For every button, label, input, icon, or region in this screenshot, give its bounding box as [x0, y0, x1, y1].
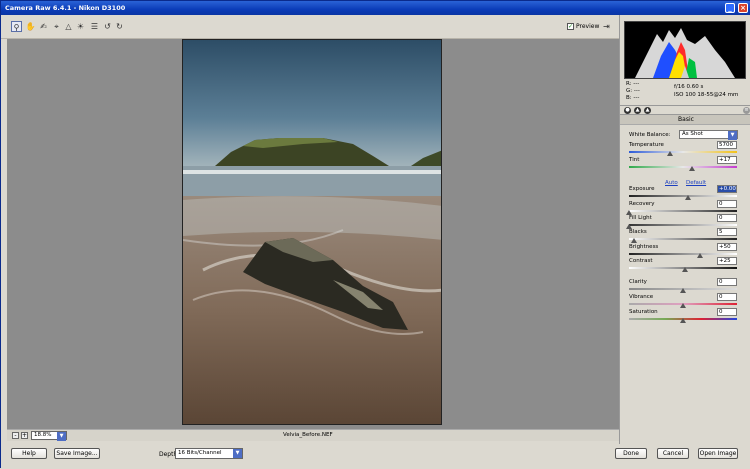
rgb-b: B: ---: [626, 95, 640, 101]
spot-removal-icon[interactable]: ☀: [75, 21, 86, 32]
rotate-left-icon[interactable]: ↺: [102, 21, 113, 32]
slider-tint-thumb[interactable]: [688, 166, 695, 171]
rotate-right-icon[interactable]: ↻: [114, 21, 125, 32]
minimize-icon[interactable]: _: [725, 3, 735, 13]
slider-vibrance-value[interactable]: 0: [717, 293, 737, 301]
zoom-in-button[interactable]: +: [21, 432, 28, 439]
slider-blacks-track[interactable]: [629, 238, 737, 240]
slider-exposure-value[interactable]: +0.00: [717, 185, 737, 193]
slider-saturation-value[interactable]: 0: [717, 308, 737, 316]
slider-clarity-label: Clarity: [629, 279, 647, 285]
slider-contrast-value[interactable]: +25: [717, 257, 737, 265]
chevron-down-icon: ▼: [57, 432, 66, 441]
slider-clarity-thumb[interactable]: [680, 288, 686, 293]
tone-curve-tab-icon[interactable]: ▲: [634, 107, 641, 114]
slider-tint-track[interactable]: [629, 166, 737, 168]
slider-temperature-track[interactable]: [629, 151, 737, 153]
slider-recovery-label: Recovery: [629, 201, 655, 207]
help-button[interactable]: Help: [11, 448, 47, 459]
preview-checkbox[interactable]: ✓: [567, 23, 574, 30]
slider-saturation-thumb[interactable]: [680, 318, 686, 323]
beach-photo: [183, 40, 441, 424]
open-image-button[interactable]: Open Image: [698, 448, 738, 459]
slider-clarity-value[interactable]: 0: [717, 278, 737, 286]
close-icon[interactable]: ×: [738, 3, 748, 13]
photo-preview: [182, 39, 442, 425]
zoom-out-button[interactable]: -: [12, 432, 19, 439]
slider-exposure-label: Exposure: [629, 186, 655, 192]
preview-canvas[interactable]: [7, 39, 619, 429]
panel-menu-icon[interactable]: ≡: [743, 107, 750, 114]
slider-exposure-track[interactable]: [629, 195, 737, 197]
histogram-info: R: --- G: --- B: --- f/16 0.60 s ISO 100…: [624, 81, 746, 103]
slider-exposure-thumb[interactable]: [685, 195, 692, 200]
slider-fill-light-value[interactable]: 0: [717, 214, 737, 222]
rgb-g: G: ---: [626, 88, 640, 94]
white-balance-icon[interactable]: ✍: [38, 21, 49, 32]
slider-temperature-label: Temperature: [629, 142, 664, 148]
preview-toggle[interactable]: ✓ Preview: [567, 23, 599, 30]
slider-blacks-thumb[interactable]: [631, 238, 638, 243]
slider-tint-value[interactable]: +17: [717, 156, 737, 164]
default-link[interactable]: Default: [686, 180, 706, 186]
slider-blacks-label: Blacks: [629, 229, 647, 235]
detail-tab-icon[interactable]: ▲: [644, 107, 651, 114]
iso-lens: ISO 100 18-55@24 mm: [674, 92, 739, 98]
chevron-down-icon: ▼: [728, 131, 737, 140]
straighten-icon[interactable]: △: [63, 21, 74, 32]
slider-tint-label: Tint: [629, 157, 640, 163]
aperture-shutter: f/16 0.60 s: [674, 84, 704, 90]
zoom-icon[interactable]: ⚲: [11, 21, 22, 32]
zoom-value: 18.8%: [34, 432, 52, 438]
slider-recovery-value[interactable]: 0: [717, 200, 737, 208]
window-title: Camera Raw 6.4.1 - Nikon D3100: [5, 4, 126, 12]
rgb-r: R: ---: [626, 81, 640, 87]
panel-tabs: ● ▲ ▲ ≡: [620, 105, 750, 115]
adjustments-panel: R: --- G: --- B: --- f/16 0.60 s ISO 100…: [619, 15, 750, 444]
slider-vibrance-label: Vibrance: [629, 294, 654, 300]
preferences-icon[interactable]: ☰: [89, 21, 100, 32]
done-button[interactable]: Done: [615, 448, 647, 459]
panel-title: Basic: [620, 115, 750, 125]
crop-icon[interactable]: ⌖: [51, 21, 62, 32]
slider-recovery-track[interactable]: [629, 210, 737, 212]
slider-temperature-value[interactable]: 5700: [717, 141, 737, 149]
slider-contrast-thumb[interactable]: [682, 267, 689, 272]
slider-brightness-track[interactable]: [629, 253, 737, 255]
white-balance-value: As Shot: [682, 131, 703, 137]
hand-icon[interactable]: ✋: [25, 21, 36, 32]
slider-fill-light-track[interactable]: [629, 224, 737, 226]
camera-raw-window: Camera Raw 6.4.1 - Nikon D3100 _ × ⚲ ✋ ✍…: [0, 0, 750, 469]
toolbar: ⚲ ✋ ✍ ⌖ △ ☀ ☰ ↺ ↻ ✓ Preview ⇥: [1, 15, 619, 39]
slider-brightness-value[interactable]: +50: [717, 243, 737, 251]
cancel-button[interactable]: Cancel: [657, 448, 689, 459]
status-bar: - + 18.8% ▼ Velvia_Before.NEF: [7, 429, 619, 441]
depth-select[interactable]: 16 Bits/Channel ▼: [175, 448, 243, 459]
histogram-graph: [635, 28, 735, 78]
bottom-bar: Help Save Image... Depth: 16 Bits/Channe…: [1, 444, 750, 469]
slider-blacks-value[interactable]: 5: [717, 228, 737, 236]
slider-fill-light-label: Fill Light: [629, 215, 652, 221]
histogram: [624, 21, 746, 79]
slider-brightness-thumb[interactable]: [697, 253, 704, 258]
white-balance-select[interactable]: As Shot ▼: [679, 130, 738, 140]
basic-tab-icon[interactable]: ●: [624, 107, 631, 114]
title-bar: Camera Raw 6.4.1 - Nikon D3100 _ ×: [1, 1, 750, 15]
slider-temperature-thumb[interactable]: [667, 151, 674, 156]
fullscreen-icon[interactable]: ⇥: [601, 21, 612, 32]
white-balance-label: White Balance:: [629, 132, 671, 138]
save-image-button[interactable]: Save Image...: [54, 448, 100, 459]
chevron-down-icon: ▼: [233, 449, 242, 458]
slider-vibrance-thumb[interactable]: [680, 303, 686, 308]
preview-label: Preview: [576, 23, 600, 30]
auto-link[interactable]: Auto: [665, 180, 678, 186]
slider-saturation-label: Saturation: [629, 309, 658, 315]
slider-contrast-label: Contrast: [629, 258, 653, 264]
slider-brightness-label: Brightness: [629, 244, 659, 250]
depth-value: 16 Bits/Channel: [178, 450, 222, 456]
zoom-select[interactable]: 18.8% ▼: [31, 431, 67, 441]
filename: Velvia_Before.NEF: [283, 432, 333, 438]
